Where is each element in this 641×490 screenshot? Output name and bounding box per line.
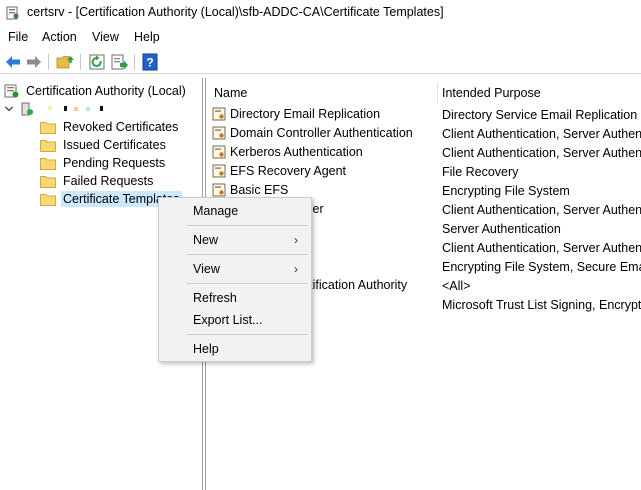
submenu-arrow-icon: › <box>294 262 298 276</box>
toolbar-separator <box>48 54 49 70</box>
tree-item-label: Revoked Certificates <box>63 120 179 134</box>
context-menu-item-help[interactable]: Help <box>160 339 310 360</box>
context-menu-item-view[interactable]: View › <box>160 259 310 280</box>
toolbar-separator <box>134 54 135 70</box>
column-header-name[interactable]: Name <box>214 86 247 100</box>
ca-server-icon <box>21 102 33 116</box>
svg-text:?: ? <box>146 56 153 70</box>
context-menu-label: Export List... <box>193 313 263 327</box>
list-row[interactable]: Directory Email Replication Directory Se… <box>206 106 641 125</box>
menu-separator <box>187 334 308 335</box>
submenu-arrow-icon: › <box>294 233 298 247</box>
forward-arrow-icon[interactable] <box>25 53 43 71</box>
toolbar: ? <box>0 50 641 74</box>
menu-bar: File Action View Help <box>0 28 641 48</box>
template-purpose: File Recovery <box>442 165 519 179</box>
template-purpose: Encrypting File System, Secure Email, <box>442 260 641 274</box>
tree-item-issued-certificates[interactable]: Issued Certificates <box>40 136 168 154</box>
context-menu-label: Help <box>193 342 219 356</box>
list-row[interactable]: Kerberos Authentication Client Authentic… <box>206 144 641 163</box>
context-menu: Manage New › View › Refresh Export List.… <box>158 197 312 362</box>
folder-icon <box>40 175 56 188</box>
template-name: rtification Authority <box>305 278 408 292</box>
context-menu-item-new[interactable]: New › <box>160 230 310 251</box>
folder-icon <box>40 139 56 152</box>
export-list-icon[interactable] <box>110 53 128 71</box>
template-purpose: Client Authentication, Server Authenti <box>442 146 641 160</box>
certificate-template-icon <box>212 107 226 121</box>
template-name: Domain Controller Authentication <box>230 126 413 140</box>
column-header-intended-purpose[interactable]: Intended Purpose <box>442 86 541 100</box>
menu-separator <box>187 254 308 255</box>
template-name: Basic EFS <box>230 183 289 197</box>
folder-icon <box>40 121 56 134</box>
tree-item-pending-requests[interactable]: Pending Requests <box>40 154 167 172</box>
context-menu-label: Refresh <box>193 291 237 305</box>
certificate-template-icon <box>212 145 226 159</box>
certificate-template-icon <box>212 126 226 140</box>
template-purpose: Client Authentication, Server Authenti <box>442 241 641 255</box>
template-name: Kerberos Authentication <box>230 145 363 159</box>
tree-item-revoked-certificates[interactable]: Revoked Certificates <box>40 118 180 136</box>
template-purpose: <All> <box>442 279 471 293</box>
template-name: EFS Recovery Agent <box>230 164 347 178</box>
certsrv-app-icon <box>6 6 19 20</box>
list-row[interactable]: Domain Controller Authentication Client … <box>206 125 641 144</box>
title-bar: certsrv - [Certification Authority (Loca… <box>0 0 641 26</box>
context-menu-label: Manage <box>193 204 239 218</box>
template-purpose: Encrypting File System <box>442 184 570 198</box>
certificate-template-icon <box>212 183 226 197</box>
mmc-window: certsrv - [Certification Authority (Loca… <box>0 0 641 490</box>
folder-icon <box>40 193 56 206</box>
template-purpose: Microsoft Trust List Signing, Encryptin <box>442 298 641 312</box>
menu-file[interactable]: File <box>6 30 30 44</box>
column-divider[interactable] <box>437 82 438 104</box>
folder-icon <box>40 157 56 170</box>
help-icon[interactable]: ? <box>141 53 159 71</box>
tree-item-label: Pending Requests <box>63 156 166 170</box>
redacted-ca-name <box>42 103 114 115</box>
tree-item-label: Issued Certificates <box>63 138 166 152</box>
chevron-down-icon[interactable] <box>4 104 14 114</box>
context-menu-label: View <box>193 262 220 276</box>
template-purpose: Directory Service Email Replication <box>442 108 638 122</box>
tree-item-failed-requests[interactable]: Failed Requests <box>40 172 155 190</box>
menu-separator <box>187 283 308 284</box>
menu-action[interactable]: Action <box>40 30 79 44</box>
certification-authority-icon <box>4 84 19 98</box>
template-purpose: Client Authentication, Server Authenti <box>442 203 641 217</box>
refresh-icon[interactable] <box>88 53 106 71</box>
template-purpose: Client Authentication, Server Authenti <box>442 127 641 141</box>
context-menu-item-export-list[interactable]: Export List... <box>160 310 310 331</box>
context-menu-item-refresh[interactable]: Refresh <box>160 288 310 309</box>
list-row[interactable]: EFS Recovery Agent File Recovery <box>206 163 641 182</box>
tree-root-ca[interactable]: Certification Authority (Local) <box>4 82 188 100</box>
toolbar-separator <box>80 54 81 70</box>
template-name: Directory Email Replication <box>230 107 381 121</box>
tree-item-label: Failed Requests <box>63 174 154 188</box>
window-title: certsrv - [Certification Authority (Loca… <box>27 5 444 19</box>
tree-ca-node[interactable] <box>4 100 114 118</box>
tree-root-label: Certification Authority (Local) <box>26 84 186 98</box>
context-menu-item-manage[interactable]: Manage <box>160 201 310 222</box>
up-folder-icon[interactable] <box>56 53 74 71</box>
menu-view[interactable]: View <box>90 30 121 44</box>
context-menu-label: New <box>193 233 219 247</box>
menu-help[interactable]: Help <box>132 30 162 44</box>
back-arrow-icon[interactable] <box>4 53 22 71</box>
certificate-template-icon <box>212 164 226 178</box>
template-purpose: Server Authentication <box>442 222 561 236</box>
menu-separator <box>187 225 308 226</box>
